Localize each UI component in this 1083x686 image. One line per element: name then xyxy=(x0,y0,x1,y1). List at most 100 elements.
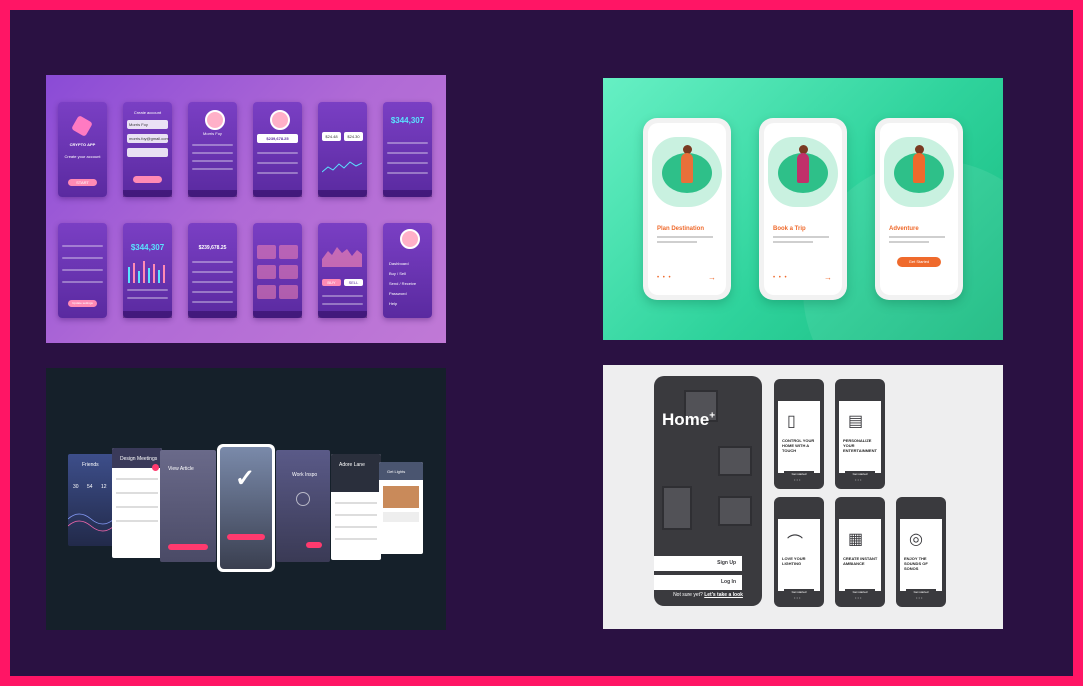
balance-row[interactable] xyxy=(387,142,428,144)
history-row[interactable] xyxy=(192,291,233,293)
screen-title: Adore Lane xyxy=(339,462,365,468)
menu-help[interactable]: Help xyxy=(389,301,397,306)
feature-caption: CREATE INSTANT AMBIANCE xyxy=(843,556,878,566)
coin-card[interactable] xyxy=(257,245,276,259)
menu-row[interactable] xyxy=(192,160,233,162)
balance-row[interactable] xyxy=(387,162,428,164)
update-settings-button[interactable]: Update settings xyxy=(68,300,97,307)
create-account-text: Create your account xyxy=(64,154,101,159)
phone-notch xyxy=(901,118,927,123)
phone-notch xyxy=(669,118,695,123)
not-sure-text: Not sure yet? Let's take a look xyxy=(673,592,743,598)
adore-lane-screen: Adore Lane xyxy=(331,454,381,560)
menu-row[interactable] xyxy=(192,152,233,154)
menu-dashboard[interactable]: Dashboard xyxy=(389,261,409,266)
list-row[interactable] xyxy=(116,492,158,494)
travel-onboarding-card[interactable]: Plan Destination • • • → Book a Trip • •… xyxy=(603,78,1003,340)
bottom-nav xyxy=(253,311,302,318)
traveler-illustration-body xyxy=(913,153,925,183)
toggle-row[interactable] xyxy=(62,281,103,283)
smart-home-card[interactable]: Home+ Sign Up Log In Not sure yet? Let's… xyxy=(603,365,1003,629)
coin-card[interactable] xyxy=(257,265,276,279)
menu-send-receive[interactable]: Send / Receive xyxy=(389,281,416,286)
list-row[interactable] xyxy=(116,478,158,480)
order-row[interactable] xyxy=(322,303,363,305)
phone-icon: ▯ xyxy=(787,413,796,430)
primary-button[interactable] xyxy=(168,544,208,550)
create-account-button[interactable] xyxy=(133,176,162,183)
toggle-row[interactable] xyxy=(62,269,103,271)
list-row[interactable] xyxy=(335,538,377,540)
name-field[interactable]: Morris Foy xyxy=(127,120,168,129)
balance-row[interactable] xyxy=(387,152,428,154)
friends-screen: Friends 30 54 12 xyxy=(68,454,114,546)
info-card[interactable] xyxy=(383,512,419,522)
spending-row[interactable] xyxy=(127,289,168,291)
menu-row[interactable] xyxy=(192,168,233,170)
building-window xyxy=(718,496,752,526)
page-dots[interactable]: • • • xyxy=(773,275,788,281)
primary-button[interactable] xyxy=(306,542,322,548)
list-row[interactable] xyxy=(335,514,377,516)
coin-card[interactable] xyxy=(279,245,298,259)
history-row[interactable] xyxy=(192,271,233,273)
feature-caption: LOVE YOUR LIGHTING xyxy=(782,556,806,566)
coin-card[interactable] xyxy=(257,285,276,299)
description-line xyxy=(773,236,829,238)
history-row[interactable] xyxy=(192,281,233,283)
sell-button[interactable]: SELL xyxy=(344,279,363,286)
app-logo: Home+ xyxy=(662,410,716,429)
crypto-buy-sell-screen: BUY SELL xyxy=(318,223,367,318)
log-in-button[interactable]: Log In xyxy=(654,575,742,590)
primary-button[interactable] xyxy=(227,534,265,540)
coin-card[interactable] xyxy=(279,265,298,279)
add-button[interactable] xyxy=(152,464,159,471)
menu-password[interactable]: Password xyxy=(389,291,407,296)
next-arrow-icon[interactable]: → xyxy=(824,273,832,282)
home-welcome-screen: Home+ Sign Up Log In Not sure yet? Let's… xyxy=(654,376,762,606)
design-meetings-screen: Design Meetings xyxy=(112,448,162,558)
menu-buy-sell[interactable]: Buy / Sell xyxy=(389,271,406,276)
wallet-row[interactable] xyxy=(257,152,298,154)
balance-row[interactable] xyxy=(387,172,428,174)
get-started-button[interactable]: Get Started xyxy=(897,257,941,267)
profile-name: Morris Foy xyxy=(203,131,222,136)
stat-value: 30 xyxy=(73,484,79,490)
password-field[interactable] xyxy=(127,148,168,157)
travel-screen-book: Book a Trip • • • → xyxy=(759,118,847,300)
list-row[interactable] xyxy=(116,506,158,508)
buy-button[interactable]: BUY xyxy=(322,279,341,286)
wallet-row[interactable] xyxy=(257,162,298,164)
spending-row[interactable] xyxy=(127,297,168,299)
take-a-look-link[interactable]: Let's take a look xyxy=(704,592,743,598)
feature-screen: ⌒ LOVE YOUR LIGHTING Get started • • • xyxy=(774,497,824,607)
crypto-side-menu-screen: Dashboard Buy / Sell Send / Receive Pass… xyxy=(383,223,432,318)
history-balance: $239,678.25 xyxy=(198,245,227,251)
order-row[interactable] xyxy=(322,295,363,297)
toggle-row[interactable] xyxy=(62,245,103,247)
create-account-heading: Create account xyxy=(133,110,162,115)
menu-row[interactable] xyxy=(192,144,233,146)
description-line xyxy=(657,241,697,243)
list-row[interactable] xyxy=(335,526,377,528)
screen-title: Adventure xyxy=(889,226,919,232)
dark-app-card[interactable]: Friends 30 54 12 Design Meetings View Ar… xyxy=(46,368,446,630)
coin-card[interactable] xyxy=(279,285,298,299)
toggle-row[interactable] xyxy=(62,257,103,259)
avatar xyxy=(204,110,225,130)
history-row[interactable] xyxy=(192,261,233,263)
start-button[interactable]: START xyxy=(68,179,97,186)
history-row[interactable] xyxy=(192,301,233,303)
list-row[interactable] xyxy=(116,520,158,522)
sign-up-button[interactable]: Sign Up xyxy=(654,556,742,571)
wallet-row[interactable] xyxy=(257,172,298,174)
bottom-nav xyxy=(123,311,172,318)
travel-screen-plan: Plan Destination • • • → xyxy=(643,118,731,300)
list-row[interactable] xyxy=(335,502,377,504)
crypto-trade-screen: $24.48 $24.30 xyxy=(318,102,367,197)
feature-screen: ▯ CONTROL YOUR HOME WITH A TOUCH Get sta… xyxy=(774,379,824,489)
email-field[interactable]: morris.foy@gmail.com xyxy=(127,134,169,143)
next-arrow-icon[interactable]: → xyxy=(708,273,716,282)
page-dots[interactable]: • • • xyxy=(657,275,672,281)
crypto-app-card[interactable]: CRYPTO APP Create your account START Cre… xyxy=(46,75,446,343)
